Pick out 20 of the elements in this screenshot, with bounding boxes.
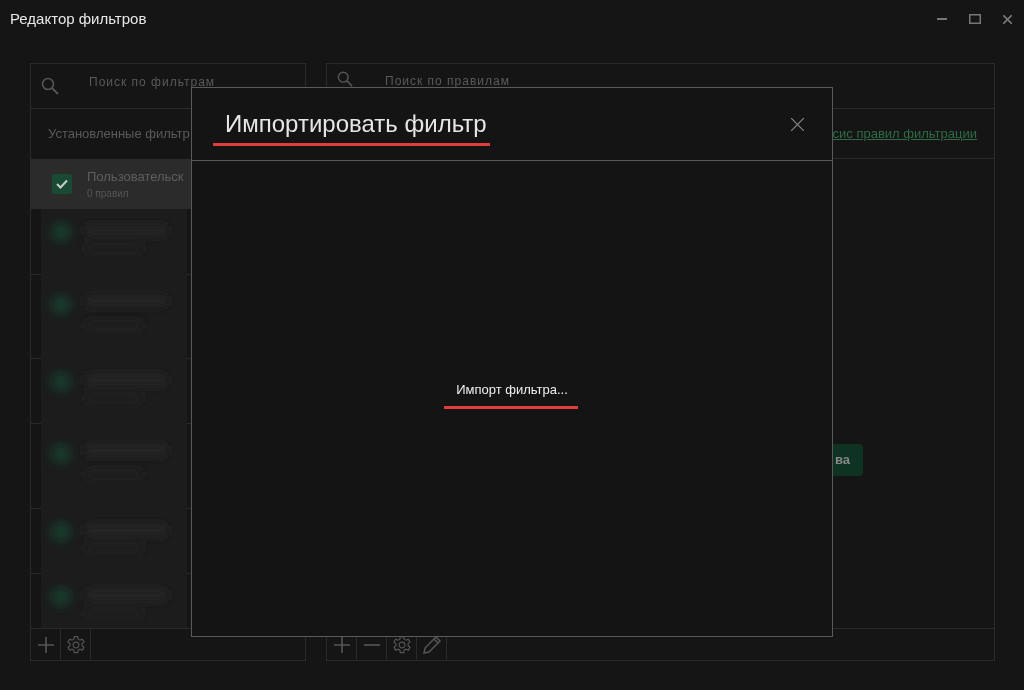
window-title: Редактор фильтров (10, 8, 147, 29)
maximize-icon[interactable] (969, 14, 981, 24)
check-icon (56, 179, 68, 189)
syntax-link[interactable]: сис правил фильтрации (832, 123, 977, 144)
settings-icon[interactable] (65, 634, 86, 655)
plus-icon[interactable] (332, 635, 351, 654)
pencil-icon[interactable] (421, 634, 442, 655)
search-icon (41, 77, 59, 95)
plus-icon[interactable] (36, 635, 55, 654)
search-field[interactable]: Поиск по правилам (385, 72, 510, 90)
section-title: Установленные фильтр (48, 125, 190, 144)
close-icon[interactable] (1003, 14, 1012, 24)
close-icon[interactable] (791, 117, 804, 131)
progress-message: Импорт фильтра... (456, 381, 568, 397)
settings-icon[interactable] (391, 634, 412, 655)
minus-icon[interactable] (362, 643, 381, 646)
search-field[interactable]: Поиск по фильтрам (89, 73, 216, 91)
checkbox[interactable] (52, 174, 72, 194)
dialog-title: Импортировать фильтр (225, 110, 487, 137)
action-button[interactable]: ва (833, 444, 863, 476)
